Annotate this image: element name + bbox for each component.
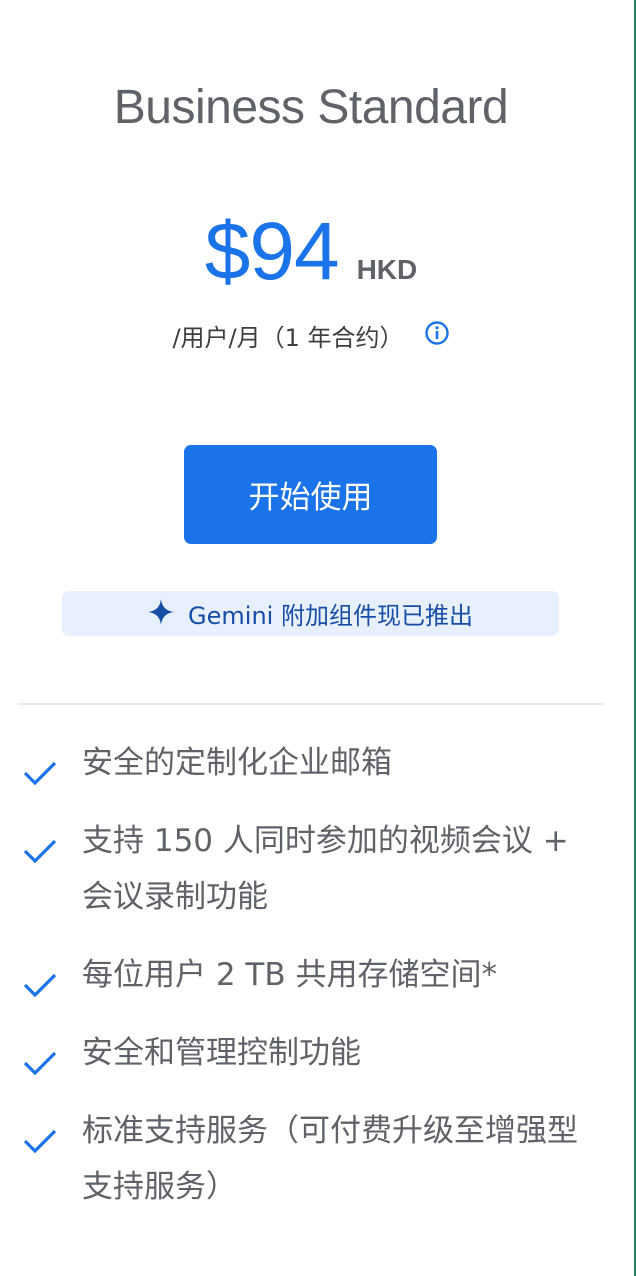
- feature-item: 标准支持服务（可付费升级至增强型支持服务）: [0, 1103, 634, 1215]
- gemini-banner-label: Gemini 附加组件现已推出: [188, 602, 473, 630]
- get-started-button[interactable]: 开始使用: [184, 445, 437, 544]
- check-icon: [22, 1117, 58, 1173]
- feature-text: 安全的定制化企业邮箱: [82, 745, 392, 781]
- feature-text: 安全和管理控制功能: [82, 1035, 361, 1071]
- check-icon: [22, 961, 58, 1017]
- feature-list: 安全的定制化企业邮箱 支持 150 人同时参加的视频会议 + 会议录制功能 每位…: [0, 735, 634, 1237]
- info-icon[interactable]: [424, 320, 450, 352]
- feature-item: 支持 150 人同时参加的视频会议 + 会议录制功能: [0, 813, 634, 925]
- plan-title: Business Standard: [113, 81, 509, 134]
- check-icon: [22, 1039, 58, 1095]
- price-term-row: /用户/月（1 年合约）: [0, 318, 622, 355]
- price-currency: HKD: [356, 254, 418, 285]
- pricing-card: Business Standard $94 HKD /用户/月（1 年合约） 开始…: [0, 0, 634, 1276]
- feature-text: 每位用户 2 TB 共用存储空间*: [82, 957, 497, 993]
- price-amount: $94: [204, 206, 340, 297]
- price-row: $94 HKD: [0, 205, 622, 299]
- gemini-addon-banner[interactable]: Gemini 附加组件现已推出: [62, 591, 559, 636]
- check-icon: [22, 827, 58, 883]
- price-term: /用户/月（1 年合约）: [172, 324, 404, 352]
- check-icon: [22, 749, 58, 805]
- feature-text: 支持 150 人同时参加的视频会议 + 会议录制功能: [82, 823, 569, 915]
- feature-item: 每位用户 2 TB 共用存储空间*: [0, 947, 634, 1003]
- feature-item: 安全的定制化企业邮箱: [0, 735, 634, 791]
- divider: [18, 703, 603, 705]
- feature-text: 标准支持服务（可付费升级至增强型支持服务）: [82, 1113, 578, 1205]
- sparkle-icon: [148, 598, 175, 631]
- feature-item: 安全和管理控制功能: [0, 1025, 634, 1081]
